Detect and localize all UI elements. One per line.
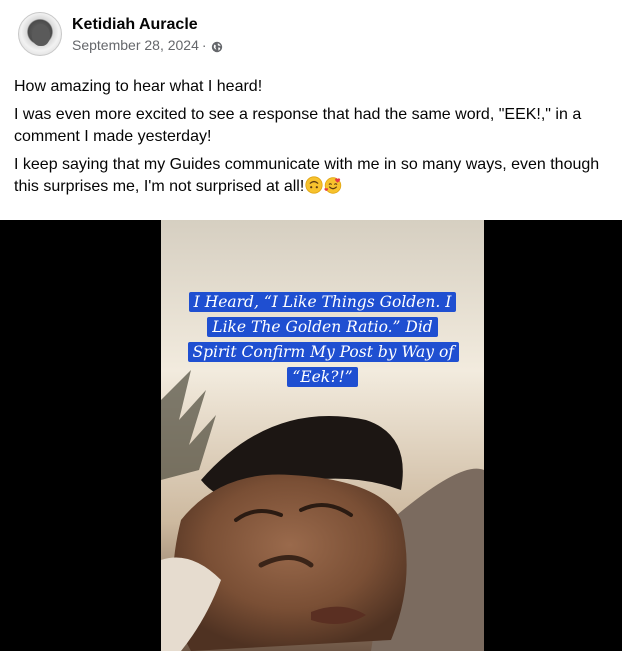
post-text: How amazing to hear what I heard! I was … — [14, 76, 614, 207]
post-date[interactable]: September 28, 2024 — [72, 36, 199, 54]
caption-text: I Heard, “I Like Things Golden. I Like T… — [187, 292, 460, 387]
paragraph-2: I was even more excited to see a respons… — [14, 106, 582, 145]
post-meta: Ketidiah Auracle September 28, 2024 · — [72, 14, 223, 54]
post-subline: September 28, 2024 · — [72, 36, 223, 54]
smiling-face-with-hearts-emoji — [324, 176, 343, 201]
facebook-post: Ketidiah Auracle September 28, 2024 · Ho… — [0, 0, 622, 651]
separator: · — [201, 37, 207, 53]
paragraph-1: How amazing to hear what I heard! — [14, 78, 263, 95]
video-caption-overlay: I Heard, “I Like Things Golden. I Like T… — [187, 290, 460, 390]
post-photo[interactable]: I Heard, “I Like Things Golden. I Like T… — [161, 220, 484, 651]
author-name[interactable]: Ketidiah Auracle — [72, 14, 223, 35]
globe-icon[interactable] — [211, 39, 223, 53]
post-header: Ketidiah Auracle September 28, 2024 · — [18, 12, 223, 56]
avatar[interactable] — [18, 12, 62, 56]
photo-illustration — [161, 220, 484, 651]
upside-down-face-emoji — [305, 176, 323, 201]
paragraph-3: I keep saying that my Guides communicate… — [14, 154, 614, 201]
post-media[interactable]: I Heard, “I Like Things Golden. I Like T… — [0, 220, 622, 651]
